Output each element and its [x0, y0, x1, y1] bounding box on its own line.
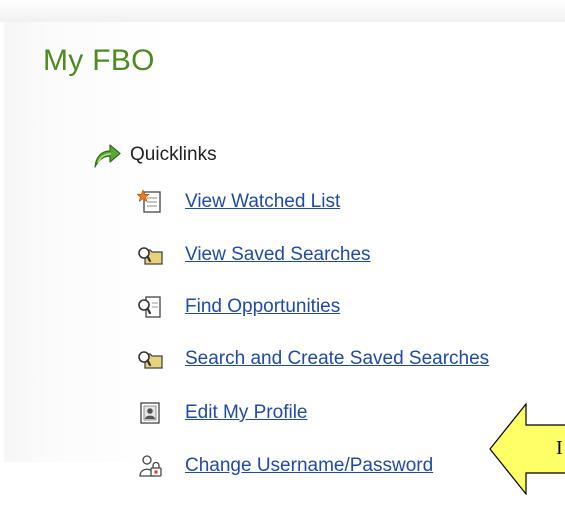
quicklinks-header: Quicklinks [92, 140, 217, 170]
quicklink-label[interactable]: Change Username/Password [185, 455, 433, 477]
page: My FBO Quicklinks View Watched List View… [0, 0, 565, 515]
quicklink-label[interactable]: View Watched List [185, 191, 340, 213]
quicklink-search-and-create-saved-searches[interactable]: Search and Create Saved Searches [137, 345, 489, 373]
top-band [0, 0, 565, 22]
lock-person-icon [139, 455, 162, 477]
quicklink-view-watched-list[interactable]: View Watched List [137, 188, 340, 216]
profile-card-icon [140, 402, 160, 424]
green-curved-arrow-icon [94, 144, 121, 168]
quicklink-label[interactable]: Find Opportunities [185, 296, 340, 318]
find-document-magnifier-icon [138, 296, 161, 318]
quicklink-change-username-password[interactable]: Change Username/Password [137, 452, 433, 480]
page-title: My FBO [43, 44, 155, 77]
quicklink-label[interactable]: Search and Create Saved Searches [185, 348, 489, 370]
saved-search-folder-icon [138, 247, 163, 265]
quicklink-label[interactable]: View Saved Searches [185, 244, 371, 266]
quicklinks-label: Quicklinks [130, 144, 217, 165]
callout-text: I [556, 437, 563, 459]
saved-search-folder-icon [138, 351, 163, 369]
quicklink-view-saved-searches[interactable]: View Saved Searches [137, 241, 371, 269]
quicklink-edit-my-profile[interactable]: Edit My Profile [137, 399, 307, 427]
quicklink-label[interactable]: Edit My Profile [185, 402, 307, 424]
yellow-callout-arrow [489, 403, 565, 495]
watched-list-star-icon [137, 189, 161, 213]
quicklink-find-opportunities[interactable]: Find Opportunities [137, 293, 340, 321]
